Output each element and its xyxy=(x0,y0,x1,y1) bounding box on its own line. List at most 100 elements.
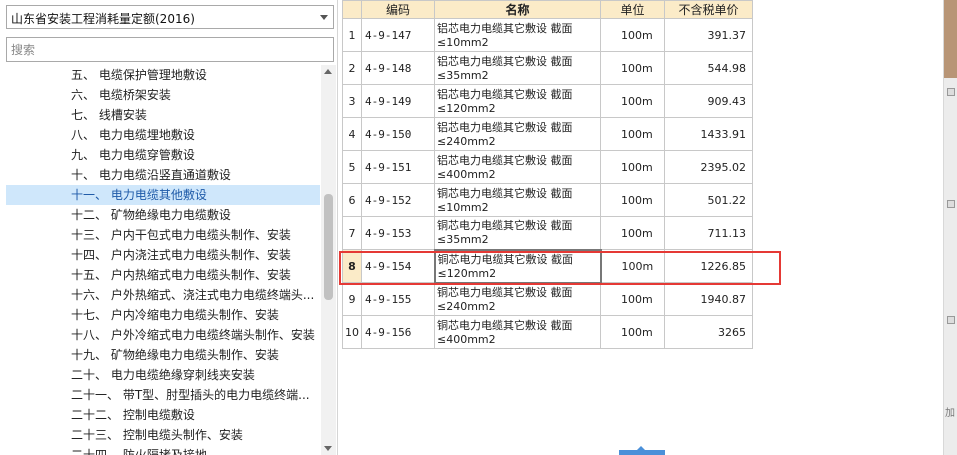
quota-library-select[interactable]: 山东省安装工程消耗量定额(2016) xyxy=(6,5,334,29)
code-cell[interactable]: 4-9-156 xyxy=(361,315,435,349)
table-row[interactable]: 7 4-9-153 铜芯电力电缆其它敷设 截面 ≤35mm2 100m 711.13 xyxy=(342,216,753,250)
table-row[interactable]: 6 4-9-152 铜芯电力电缆其它敷设 截面 ≤10mm2 100m 501.22 xyxy=(342,183,753,217)
row-number-cell[interactable]: 4 xyxy=(342,117,362,151)
table-row[interactable]: 1 4-9-147 铝芯电力电缆其它敷设 截面 ≤10mm2 100m 391.37 xyxy=(342,18,753,52)
search-box[interactable] xyxy=(6,37,334,62)
tree-item[interactable]: 七、 线槽安装 xyxy=(6,105,320,125)
tree-item[interactable]: 十七、 户内冷缩电力电缆头制作、安装 xyxy=(6,305,320,325)
tree-item[interactable]: 二十四、 防火隔堵及接地... xyxy=(6,445,320,455)
price-cell[interactable]: 1940.87 xyxy=(664,282,753,316)
row-number-cell[interactable]: 9 xyxy=(342,282,362,316)
tree-item[interactable]: 十八、 户外冷缩式电力电缆终端头制作、安装 xyxy=(6,325,320,345)
tree-item[interactable]: 二十三、 控制电缆头制作、安装 xyxy=(6,425,320,445)
scroll-up-icon[interactable] xyxy=(324,69,332,74)
side-button[interactable] xyxy=(947,316,955,324)
unit-cell[interactable]: 100m xyxy=(600,216,665,250)
table-row[interactable]: 10 4-9-156 铜芯电力电缆其它敷设 截面 ≤400mm2 100m 3265 xyxy=(342,315,753,349)
code-cell[interactable]: 4-9-148 xyxy=(361,51,435,85)
tree-item[interactable]: 十五、 户内热缩式电力电缆头制作、安装 xyxy=(6,265,320,285)
price-cell[interactable]: 2395.02 xyxy=(664,150,753,184)
name-cell[interactable]: 铜芯电力电缆其它敷设 截面 ≤35mm2 xyxy=(434,216,601,250)
tree-item[interactable]: 六、 电缆桥架安装 xyxy=(6,85,320,105)
row-number-cell[interactable]: 1 xyxy=(342,18,362,52)
price-cell[interactable]: 544.98 xyxy=(664,51,753,85)
name-line-1: 铝芯电力电缆其它敷设 截面 xyxy=(437,153,573,167)
name-cell[interactable]: 铜芯电力电缆其它敷设 截面 ≤10mm2 xyxy=(434,183,601,217)
unit-cell[interactable]: 100m xyxy=(600,249,665,283)
table-row[interactable]: 8 4-9-154 铜芯电力电缆其它敷设 截面 ≤120mm2 100m 1226.85 xyxy=(342,248,753,284)
name-cell[interactable]: 铜芯电力电缆其它敷设 截面 ≤400mm2 xyxy=(434,315,601,349)
table-row[interactable]: 9 4-9-155 铜芯电力电缆其它敷设 截面 ≤240mm2 100m 1940.87 xyxy=(342,282,753,316)
unit-cell[interactable]: 100m xyxy=(600,51,665,85)
tree-item[interactable]: 五、 电缆保护管理地敷设 xyxy=(6,65,320,85)
table-row[interactable]: 3 4-9-149 铝芯电力电缆其它敷设 截面 ≤120mm2 100m 909.43 xyxy=(342,84,753,118)
table-row[interactable]: 2 4-9-148 铝芯电力电缆其它敷设 截面 ≤35mm2 100m 544.98 xyxy=(342,51,753,85)
row-number-cell[interactable]: 10 xyxy=(342,315,362,349)
name-cell[interactable]: 铝芯电力电缆其它敷设 截面 ≤35mm2 xyxy=(434,51,601,85)
tree-item[interactable]: 二十一、 带T型、肘型插头的电力电缆终端... xyxy=(6,385,320,405)
row-number-cell[interactable]: 8 xyxy=(342,249,362,283)
unit-cell[interactable]: 100m xyxy=(600,183,665,217)
quota-table: 编码 名称 单位 不含税单价 1 4-9-147 铝芯电力电缆其它敷设 截面 ≤10m… xyxy=(342,0,753,349)
code-cell[interactable]: 4-9-149 xyxy=(361,84,435,118)
column-header-name[interactable]: 名称 xyxy=(434,0,601,19)
row-number-cell[interactable]: 7 xyxy=(342,216,362,250)
tree-item[interactable]: 十三、 户内干包式电力电缆头制作、安装 xyxy=(6,225,320,245)
code-cell[interactable]: 4-9-155 xyxy=(361,282,435,316)
tree-item[interactable]: 九、 电力电缆穿管敷设 xyxy=(6,145,320,165)
name-cell[interactable]: 铝芯电力电缆其它敷设 截面 ≤120mm2 xyxy=(434,84,601,118)
side-image xyxy=(944,0,957,78)
scroll-down-icon[interactable] xyxy=(324,446,332,451)
tree-item[interactable]: 二十、 电力电缆绝缘穿刺线夹安装 xyxy=(6,365,320,385)
code-cell[interactable]: 4-9-150 xyxy=(361,117,435,151)
chevron-down-icon[interactable] xyxy=(320,15,328,20)
tree-item[interactable]: 二十二、 控制电缆敷设 xyxy=(6,405,320,425)
tree-item[interactable]: 十四、 户内浇注式电力电缆头制作、安装 xyxy=(6,245,320,265)
search-input[interactable] xyxy=(7,38,333,61)
tree-item[interactable]: 十九、 矿物绝缘电力电缆头制作、安装 xyxy=(6,345,320,365)
unit-cell[interactable]: 100m xyxy=(600,18,665,52)
name-cell[interactable]: 铝芯电力电缆其它敷设 截面 ≤400mm2 xyxy=(434,150,601,184)
column-header-code[interactable]: 编码 xyxy=(361,0,435,19)
tree-scrollbar[interactable] xyxy=(321,65,336,455)
price-cell[interactable]: 909.43 xyxy=(664,84,753,118)
row-number-cell[interactable]: 2 xyxy=(342,51,362,85)
price-cell[interactable]: 711.13 xyxy=(664,216,753,250)
side-button[interactable] xyxy=(947,88,955,96)
unit-cell[interactable]: 100m xyxy=(600,117,665,151)
code-cell[interactable]: 4-9-147 xyxy=(361,18,435,52)
code-cell[interactable]: 4-9-154 xyxy=(361,249,435,283)
unit-cell[interactable]: 100m xyxy=(600,84,665,118)
code-cell[interactable]: 4-9-153 xyxy=(361,216,435,250)
quota-library-value: 山东省安装工程消耗量定额(2016) xyxy=(11,12,195,26)
row-number-cell[interactable]: 6 xyxy=(342,183,362,217)
unit-cell[interactable]: 100m xyxy=(600,282,665,316)
unit-cell[interactable]: 100m xyxy=(600,315,665,349)
price-cell[interactable]: 3265 xyxy=(664,315,753,349)
tree-item[interactable]: 十一、 电力电缆其他敷设 xyxy=(6,185,320,205)
name-cell[interactable]: 铝芯电力电缆其它敷设 截面 ≤240mm2 xyxy=(434,117,601,151)
price-cell[interactable]: 391.37 xyxy=(664,18,753,52)
tree-item[interactable]: 八、 电力电缆埋地敷设 xyxy=(6,125,320,145)
table-row[interactable]: 5 4-9-151 铝芯电力电缆其它敷设 截面 ≤400mm2 100m 2395.02 xyxy=(342,150,753,184)
row-number-cell[interactable]: 5 xyxy=(342,150,362,184)
name-cell[interactable]: 铜芯电力电缆其它敷设 截面 ≤120mm2 xyxy=(433,248,602,284)
tree-item[interactable]: 十二、 矿物绝缘电力电缆敷设 xyxy=(6,205,320,225)
column-header-price[interactable]: 不含税单价 xyxy=(664,0,753,19)
unit-cell[interactable]: 100m xyxy=(600,150,665,184)
row-number-cell[interactable]: 3 xyxy=(342,84,362,118)
code-cell[interactable]: 4-9-152 xyxy=(361,183,435,217)
price-cell[interactable]: 1226.85 xyxy=(664,249,753,283)
price-cell[interactable]: 1433.91 xyxy=(664,117,753,151)
scrollbar-thumb[interactable] xyxy=(324,194,333,300)
table-row[interactable]: 4 4-9-150 铝芯电力电缆其它敷设 截面 ≤240mm2 100m 1433.91 xyxy=(342,117,753,151)
tree-item[interactable]: 十、 电力电缆沿竖直通道敷设 xyxy=(6,165,320,185)
tree-item[interactable]: 十六、 户外热缩式、浇注式电力电缆终端头... xyxy=(6,285,320,305)
column-header-unit[interactable]: 单位 xyxy=(600,0,665,19)
price-cell[interactable]: 501.22 xyxy=(664,183,753,217)
name-cell[interactable]: 铝芯电力电缆其它敷设 截面 ≤10mm2 xyxy=(434,18,601,52)
horizontal-scroll-indicator[interactable] xyxy=(619,450,665,455)
code-cell[interactable]: 4-9-151 xyxy=(361,150,435,184)
name-cell[interactable]: 铜芯电力电缆其它敷设 截面 ≤240mm2 xyxy=(434,282,601,316)
side-button[interactable] xyxy=(947,200,955,208)
